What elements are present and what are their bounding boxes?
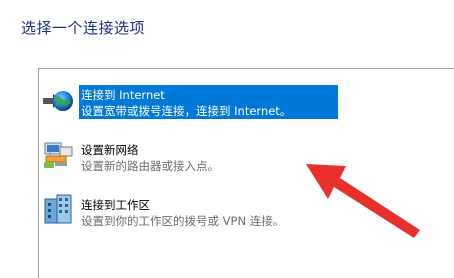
router-network-icon: [42, 138, 74, 170]
globe-network-icon: [42, 83, 74, 115]
option-label: 连接到 Internet: [81, 88, 165, 102]
connection-options-list: 连接到 Internet 设置宽带或拨号连接，连接到 Internet。 设置新…: [38, 68, 454, 278]
option-connect-workplace[interactable]: 连接到工作区 设置到你的工作区的拨号或 VPN 连接。: [39, 185, 339, 231]
option-label: 设置新网络: [81, 143, 139, 157]
option-connect-internet[interactable]: 连接到 Internet 设置宽带或拨号连接，连接到 Internet。: [39, 75, 339, 121]
option-description: 设置到你的工作区的拨号或 VPN 连接。: [81, 214, 285, 228]
option-description: 设置宽带或拨号连接，连接到 Internet。: [81, 104, 292, 118]
workplace-building-icon: [42, 193, 74, 225]
option-label: 连接到工作区: [81, 198, 150, 212]
option-description: 设置新的路由器或接入点。: [81, 159, 219, 173]
page-heading: 选择一个连接选项: [21, 19, 146, 37]
option-setup-new-network[interactable]: 设置新网络 设置新的路由器或接入点。: [39, 130, 339, 176]
